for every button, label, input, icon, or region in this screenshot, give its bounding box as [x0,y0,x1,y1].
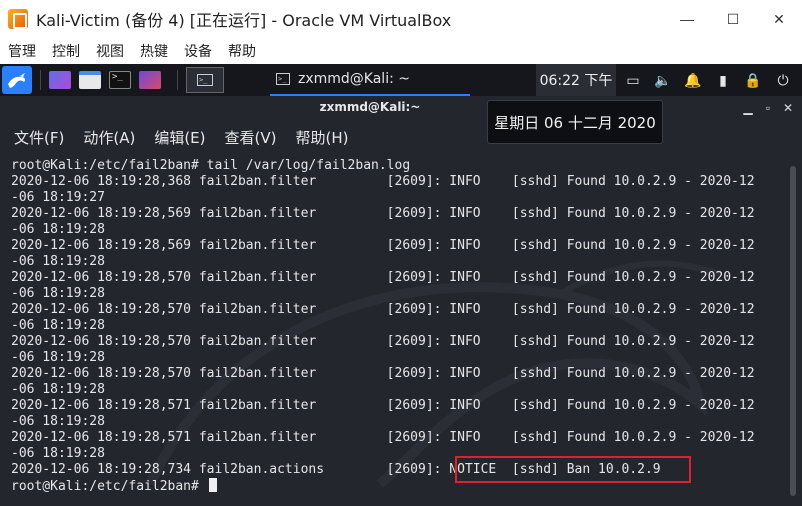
battery-icon[interactable]: ▮ [708,64,738,96]
terminal-prompt: root@Kali:/etc/fail2ban# [11,479,207,494]
terminal-line: -06 18:19:28 [11,382,105,397]
menu-help[interactable]: 帮助 [228,41,256,61]
terminal-scrollbar[interactable] [790,166,796,496]
file-manager-icon[interactable] [79,71,101,89]
ban-notice-highlight [455,456,691,483]
lock-icon[interactable]: 🔒 [738,64,768,96]
menu-control[interactable]: 控制 [52,41,80,61]
terminal-line: 2020-12-06 18:19:28,571 fail2ban.filter … [11,430,755,445]
terminal-line: 2020-12-06 18:19:28,368 fail2ban.filter … [11,174,755,189]
terminal-line: 2020-12-06 18:19:28,570 fail2ban.filter … [11,270,755,285]
terminal-output-area[interactable]: root@Kali:/etc/fail2ban# tail /var/log/f… [0,154,802,506]
terminal-cursor [208,478,217,492]
terminal-icon: >_ [276,73,290,85]
terminal-launcher-icon[interactable] [109,71,131,89]
terminal-line: -06 18:19:28 [11,350,105,365]
terminal-line: -06 18:19:28 [11,286,105,301]
window-controls: — ☐ ✕ [664,0,802,38]
terminal-line: 2020-12-06 18:19:28,569 fail2ban.filter … [11,206,755,221]
menu-view[interactable]: 视图 [96,41,124,61]
kali-menu-button[interactable] [2,66,32,94]
terminal-maximize-button[interactable]: ▫ [758,98,778,118]
term-menu-file[interactable]: 文件(F) [14,127,64,148]
show-desktop-icon[interactable] [49,71,71,89]
terminal-line: 2020-12-06 18:19:28,571 fail2ban.filter … [11,398,755,413]
terminal-minimize-button[interactable]: ▁ [738,98,758,118]
terminal-line: -06 18:19:28 [11,414,105,429]
panel-separator [40,70,41,90]
terminal-text: root@Kali:/etc/fail2ban# tail /var/log/f… [11,158,781,494]
menu-hotkey[interactable]: 热键 [140,41,168,61]
menu-devices[interactable]: 设备 [184,41,212,61]
menu-manage[interactable]: 管理 [8,41,36,61]
vbox-menu-bar: 管理 控制 视图 热键 设备 帮助 [0,38,802,64]
workspace-terminal-icon[interactable]: >_ [186,67,224,93]
term-menu-help[interactable]: 帮助(H) [295,127,348,148]
date-tooltip: 星期日 06 十二月 2020 [487,100,663,144]
power-icon[interactable]: ⏻ [768,64,798,96]
terminal-line: -06 18:19:28 [11,254,105,269]
term-menu-view[interactable]: 查看(V) [225,127,277,148]
minimize-button[interactable]: — [664,0,710,38]
vbox-title-bar: Kali-Victim (备份 4) [正在运行] - Oracle VM Vi… [0,0,802,38]
close-button[interactable]: ✕ [756,0,802,38]
terminal-line: -06 18:19:28 [11,222,105,237]
volume-icon[interactable]: 🔈 [648,64,678,96]
term-menu-actions[interactable]: 动作(A) [83,127,135,148]
display-icon[interactable]: ▭ [618,64,648,96]
notification-bell-icon[interactable]: 🔔 [678,64,708,96]
terminal-line: -06 18:19:28 [11,318,105,333]
system-tray: ▭ 🔈 🔔 ▮ 🔒 ⏻ [618,64,798,96]
terminal-window-controls: ▁ ▫ ✕ [738,98,798,118]
window-title: Kali-Victim (备份 4) [正在运行] - Oracle VM Vi… [36,11,452,30]
panel-separator [177,70,178,90]
screen-recorder-icon[interactable] [139,71,161,89]
taskbar-terminal-item[interactable]: >_ zxmmd@Kali: ~ [270,64,470,96]
terminal-line: 2020-12-06 18:19:28,569 fail2ban.filter … [11,238,755,253]
terminal-line: -06 18:19:27 [11,190,105,205]
terminal-line: 2020-12-06 18:19:28,570 fail2ban.filter … [11,302,755,317]
terminal-close-button[interactable]: ✕ [778,98,798,118]
terminal-line: root@Kali:/etc/fail2ban# tail /var/log/f… [11,158,411,173]
terminal-title-bar: zxmmd@Kali:~ ▁ ▫ ✕ [0,96,802,120]
panel-clock[interactable]: 06:22 下午 [536,64,616,96]
kali-dragon-icon [8,73,26,88]
taskbar-item-label: zxmmd@Kali: ~ [298,71,410,87]
maximize-button[interactable]: ☐ [710,0,756,38]
terminal-menu-bar: 文件(F) 动作(A) 编辑(E) 查看(V) 帮助(H) [0,120,802,154]
terminal-line: 2020-12-06 18:19:28,570 fail2ban.filter … [11,334,755,349]
kali-top-panel: >_ >_ zxmmd@Kali: ~ 06:22 下午 ▭ 🔈 🔔 ▮ 🔒 ⏻ [0,64,802,96]
virtualbox-app-icon [8,9,28,29]
terminal-line: 2020-12-06 18:19:28,570 fail2ban.filter … [11,366,755,381]
term-menu-edit[interactable]: 编辑(E) [154,127,205,148]
